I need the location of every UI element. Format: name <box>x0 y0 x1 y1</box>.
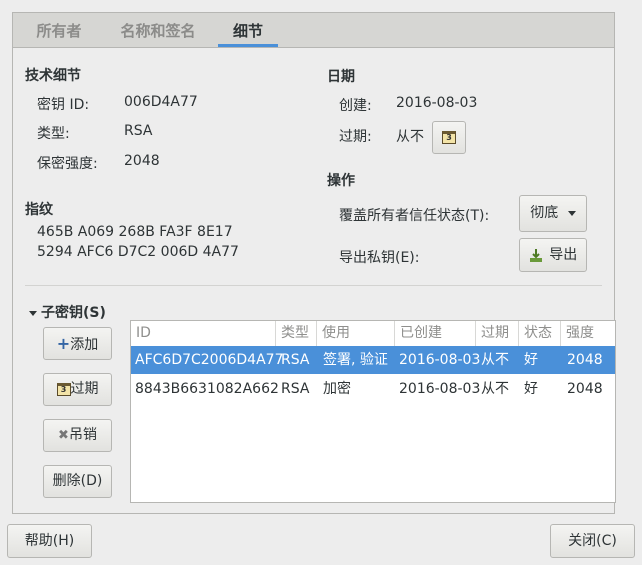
trust-dropdown-value: 彻底 <box>530 205 559 221</box>
tab-bar: 所有者 名称和签名 细节 <box>13 13 614 48</box>
cell-expires: 从不 <box>481 352 509 368</box>
fingerprint-line-2: 5294 AFC6 D7C2 006D 4A77 <box>37 244 239 260</box>
revoke-subkey-button[interactable]: ✖吊销 <box>43 419 112 452</box>
expander-arrow-icon <box>29 310 37 316</box>
column-header-id[interactable]: ID <box>131 321 276 346</box>
cell-status: 好 <box>524 352 538 368</box>
type-value: RSA <box>124 123 153 139</box>
export-secret-key-label: 导出私钥(E): <box>339 250 420 266</box>
tab-owner[interactable]: 所有者 <box>23 13 95 47</box>
help-button[interactable]: 帮助(H) <box>7 524 92 558</box>
cell-created: 2016-08-03 <box>399 352 481 368</box>
strength-value: 2048 <box>124 153 160 169</box>
created-label: 创建: <box>339 98 372 114</box>
cell-usage: 加密 <box>323 381 351 397</box>
created-value: 2016-08-03 <box>396 95 478 111</box>
expire-subkey-button[interactable]: 3 过期 <box>43 373 112 406</box>
fingerprint-line-1: 465B A069 268B FA3F 8E17 <box>37 224 233 240</box>
separator <box>25 285 602 286</box>
key-id-label: 密钥 ID: <box>37 97 90 113</box>
calendar-icon: 3 <box>56 382 71 396</box>
add-button-label: 添加 <box>70 337 99 353</box>
dates-header: 日期 <box>327 69 355 85</box>
column-header-type[interactable]: 类型 <box>276 321 317 346</box>
strength-label: 保密强度: <box>37 156 98 172</box>
actions-header: 操作 <box>327 173 355 189</box>
add-subkey-button[interactable]: +添加 <box>43 327 112 360</box>
cell-usage: 签署, 验证 <box>323 352 388 368</box>
table-row[interactable]: 8843B6631082A662 RSA 加密 2016-08-03 从不 好 … <box>131 375 615 403</box>
notebook-panel: 所有者 名称和签名 细节 技术细节 密钥 ID: 006D4A77 类型: RS… <box>12 12 616 514</box>
override-trust-label: 覆盖所有者信任状态(T): <box>339 208 490 224</box>
export-button[interactable]: 导出 <box>519 238 587 272</box>
delete-subkey-button[interactable]: 删除(D) <box>43 465 112 498</box>
key-id-value: 006D4A77 <box>124 94 198 110</box>
cell-id: 8843B6631082A662 <box>135 381 279 397</box>
type-label: 类型: <box>37 126 70 142</box>
export-icon <box>529 248 542 262</box>
column-header-usage[interactable]: 使用 <box>317 321 395 346</box>
cell-created: 2016-08-03 <box>399 381 481 397</box>
cell-strength: 2048 <box>567 352 603 368</box>
fingerprint-header: 指纹 <box>25 202 53 218</box>
add-icon: + <box>56 334 71 353</box>
subkeys-header: 子密钥(S) <box>41 305 106 321</box>
expires-value: 从不 <box>396 129 424 145</box>
column-header-created[interactable]: 已创建 <box>395 321 476 346</box>
expires-label: 过期: <box>339 129 372 145</box>
chevron-down-icon <box>567 210 576 216</box>
revoke-button-label: 吊销 <box>68 427 97 443</box>
subkeys-table[interactable]: ID 类型 使用 已创建 过期 状态 强度 AFC6D7C2006D4A77 R… <box>130 320 616 503</box>
cell-status: 好 <box>524 381 538 397</box>
expire-button-label: 过期 <box>70 381 99 397</box>
column-header-strength[interactable]: 强度 <box>561 321 615 346</box>
trust-dropdown[interactable]: 彻底 <box>519 195 587 232</box>
cell-type: RSA <box>281 381 310 397</box>
calendar-icon: 3 <box>442 130 456 144</box>
export-button-label: 导出 <box>549 247 578 263</box>
cell-type: RSA <box>281 352 310 368</box>
table-row[interactable]: AFC6D7C2006D4A77 RSA 签署, 验证 2016-08-03 从… <box>131 346 615 374</box>
subkeys-expander[interactable]: 子密钥(S) <box>29 302 106 322</box>
tech-details-header: 技术细节 <box>25 68 81 84</box>
column-header-status[interactable]: 状态 <box>519 321 561 346</box>
tab-names-signatures[interactable]: 名称和签名 <box>108 13 208 47</box>
tab-details[interactable]: 细节 <box>218 13 278 47</box>
cell-expires: 从不 <box>481 381 509 397</box>
column-header-expires[interactable]: 过期 <box>476 321 519 346</box>
revoke-x-icon: ✖ <box>58 428 69 443</box>
close-button[interactable]: 关闭(C) <box>550 524 635 558</box>
cell-id: AFC6D7C2006D4A77 <box>135 352 284 368</box>
expires-calendar-button[interactable]: 3 <box>432 121 466 154</box>
cell-strength: 2048 <box>567 381 603 397</box>
